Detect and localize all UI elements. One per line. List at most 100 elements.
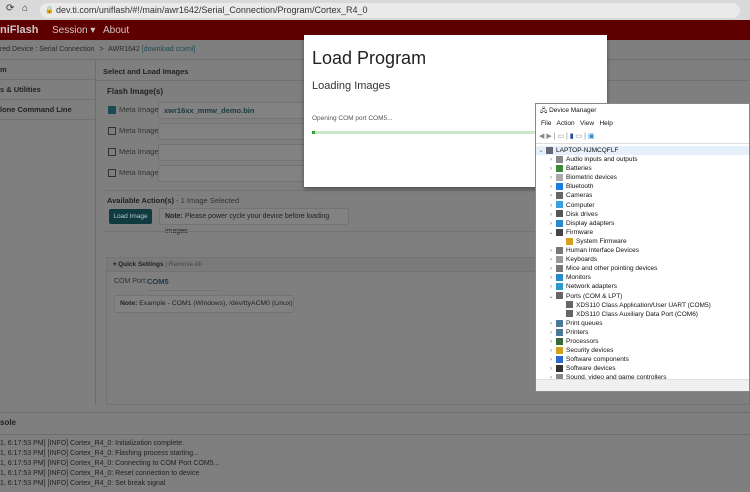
tree-node[interactable]: › Network adapters	[536, 282, 749, 291]
tree-node[interactable]: › Processors	[536, 337, 749, 346]
app-logo: niFlash	[0, 24, 39, 36]
tree-node-label: Keyboards	[566, 256, 598, 264]
menu-view[interactable]: View	[580, 120, 594, 127]
com-port-input[interactable]: COM5	[147, 277, 222, 291]
display-icon	[556, 219, 563, 227]
browser-address-bar: ⟳ ⌂ 🔒 dev.ti.com/uniflash/#!/main/awr1642…	[0, 0, 750, 20]
toolbar: ◀ ▶ | ▭ | ▮ ▭ | ▣	[536, 130, 749, 144]
meta-image-4-checkbox[interactable]	[108, 169, 116, 178]
tree-node[interactable]: › Software devices	[536, 364, 749, 373]
tree-node[interactable]: › Mice and other pointing devices	[536, 264, 749, 273]
tree-node-label: Computer	[566, 201, 595, 209]
sidebar-item-settings-utilities[interactable]: s & Utilities	[0, 80, 95, 100]
forward-icon[interactable]: ▶	[546, 133, 551, 140]
sidebar-item-label: m	[0, 65, 7, 74]
com-port-label: COM Port:	[114, 278, 148, 285]
load-image-button[interactable]: Load Image	[109, 209, 152, 224]
tree-node[interactable]: › Print queues	[536, 319, 749, 328]
printer-icon	[556, 319, 563, 327]
meta-image-3-checkbox[interactable]	[108, 148, 116, 157]
back-icon[interactable]: ◀	[539, 133, 544, 140]
update-driver-icon[interactable]: ▭	[576, 133, 583, 140]
available-actions: Available Action(s) - 1 Image Selected	[107, 196, 239, 205]
disk-icon	[556, 210, 563, 218]
breadcrumb-separator: >	[99, 46, 104, 53]
dialog-title: Load Program	[312, 48, 427, 68]
tree-node[interactable]: › Biometric devices	[536, 173, 749, 182]
speaker-icon	[556, 155, 563, 163]
software-device-icon	[556, 365, 563, 373]
tree-node[interactable]: › Display adapters	[536, 219, 749, 228]
tree-node-label: Audio inputs and outputs	[566, 156, 638, 164]
menu-session[interactable]: Session ▾	[52, 25, 95, 36]
tree-node[interactable]: › Software components	[536, 355, 749, 364]
breadcrumb-device: red Device : Serial Connection	[0, 46, 95, 53]
tree-node[interactable]: › Audio inputs and outputs	[536, 155, 749, 164]
scan-hardware-icon[interactable]: ▣	[588, 133, 595, 140]
status-bar	[536, 379, 749, 391]
meta-image-1-checkbox[interactable]	[108, 106, 116, 115]
tree-node[interactable]: XDS110 Class Auxiliary Data Port (COM6)	[536, 310, 749, 319]
warning-icon	[566, 237, 573, 245]
tree-node-label: Batteries	[566, 165, 592, 173]
port-icon	[556, 292, 563, 300]
power-cycle-note: Note: Please power cycle your device bef…	[159, 208, 349, 235]
meta-image-2-checkbox[interactable]	[108, 127, 116, 136]
tree-node[interactable]: › Printers	[536, 328, 749, 337]
sidebar-item-label: s & Utilities	[0, 85, 41, 94]
tree-node[interactable]: › Batteries	[536, 164, 749, 173]
note-text: Example - COM1 (Windows), /dev/ttyACM0 (…	[137, 300, 293, 307]
tree-node[interactable]: › Security devices	[536, 346, 749, 355]
meta-image-3-row: Meta Image 3	[108, 147, 165, 157]
menu-help[interactable]: Help	[599, 120, 612, 127]
tree-node-label: Mice and other pointing devices	[566, 265, 658, 273]
section-title: Select and Load Images	[103, 67, 189, 76]
device-manager-icon: 🖧	[540, 107, 550, 114]
help-icon[interactable]: ▮	[570, 133, 574, 140]
tree-node-label: Disk drives	[566, 210, 598, 218]
keyboard-icon	[556, 255, 563, 263]
tree-node[interactable]: › Keyboards	[536, 255, 749, 264]
meta-image-value: xwr16xx_mmw_demo.bin	[164, 106, 255, 115]
camera-icon	[556, 192, 563, 200]
device-manager-window: 🖧 Device Manager File Action View Help ◀…	[535, 103, 750, 392]
dialog-subtitle: Loading Images	[312, 80, 391, 92]
properties-icon[interactable]: ▭	[557, 133, 564, 140]
download-ccxml-link[interactable]: [download ccxml]	[142, 46, 196, 53]
tree-node[interactable]: XDS110 Class Application/User UART (COM5…	[536, 301, 749, 310]
tree-node[interactable]: System Firmware	[536, 237, 749, 246]
device-tree: ⌄ LAPTOP-NJMCQFLF › Audio inputs and outpu…	[536, 144, 749, 381]
tree-node[interactable]: ⌄ Ports (COM & LPT)	[536, 292, 749, 301]
tree-node-label: Biometric devices	[566, 174, 617, 182]
sidebar-item-program[interactable]: m	[0, 60, 95, 80]
tree-node[interactable]: › Human Interface Devices	[536, 246, 749, 255]
actions-subtitle: - 1 Image Selected	[173, 196, 240, 205]
tree-node[interactable]: › Monitors	[536, 273, 749, 282]
url-field[interactable]: 🔒 dev.ti.com/uniflash/#!/main/awr1642/Ser…	[40, 2, 740, 18]
tree-root[interactable]: ⌄ LAPTOP-NJMCQFLF	[536, 146, 749, 156]
firmware-icon	[556, 228, 563, 236]
remove-all-link[interactable]: | Remove All	[165, 261, 201, 268]
computer-icon	[546, 146, 553, 154]
mouse-icon	[556, 265, 563, 272]
tree-node-label: Network adapters	[566, 283, 617, 291]
home-icon[interactable]: ⌂	[22, 3, 28, 14]
menu-action[interactable]: Action	[557, 120, 575, 127]
tree-node-label: XDS110 Class Auxiliary Data Port (COM6)	[576, 310, 698, 318]
bluetooth-icon	[556, 183, 563, 191]
note-label: Note:	[165, 213, 183, 220]
menu-file[interactable]: File	[541, 120, 551, 127]
tree-node-label: Printers	[566, 328, 589, 336]
sidebar-item-standalone-command-line[interactable]: lone Command Line	[0, 100, 95, 120]
log-line: 1, 6:17:53 PM] [INFO] Cortex_R4_0: Flash…	[0, 450, 199, 457]
tree-node[interactable]: ⌄ Firmware	[536, 228, 749, 237]
tree-node[interactable]: › Cameras	[536, 191, 749, 200]
load-image-label: Load Image	[113, 213, 148, 220]
menu-about[interactable]: About	[103, 25, 129, 36]
tree-node[interactable]: › Disk drives	[536, 210, 749, 219]
tree-node[interactable]: › Computer	[536, 201, 749, 210]
reload-icon[interactable]: ⟳	[6, 3, 14, 14]
tree-node[interactable]: › Bluetooth	[536, 182, 749, 191]
tree-node-label: XDS110 Class Application/User UART (COM5…	[576, 301, 711, 309]
tree-node-label: Display adapters	[566, 219, 615, 227]
